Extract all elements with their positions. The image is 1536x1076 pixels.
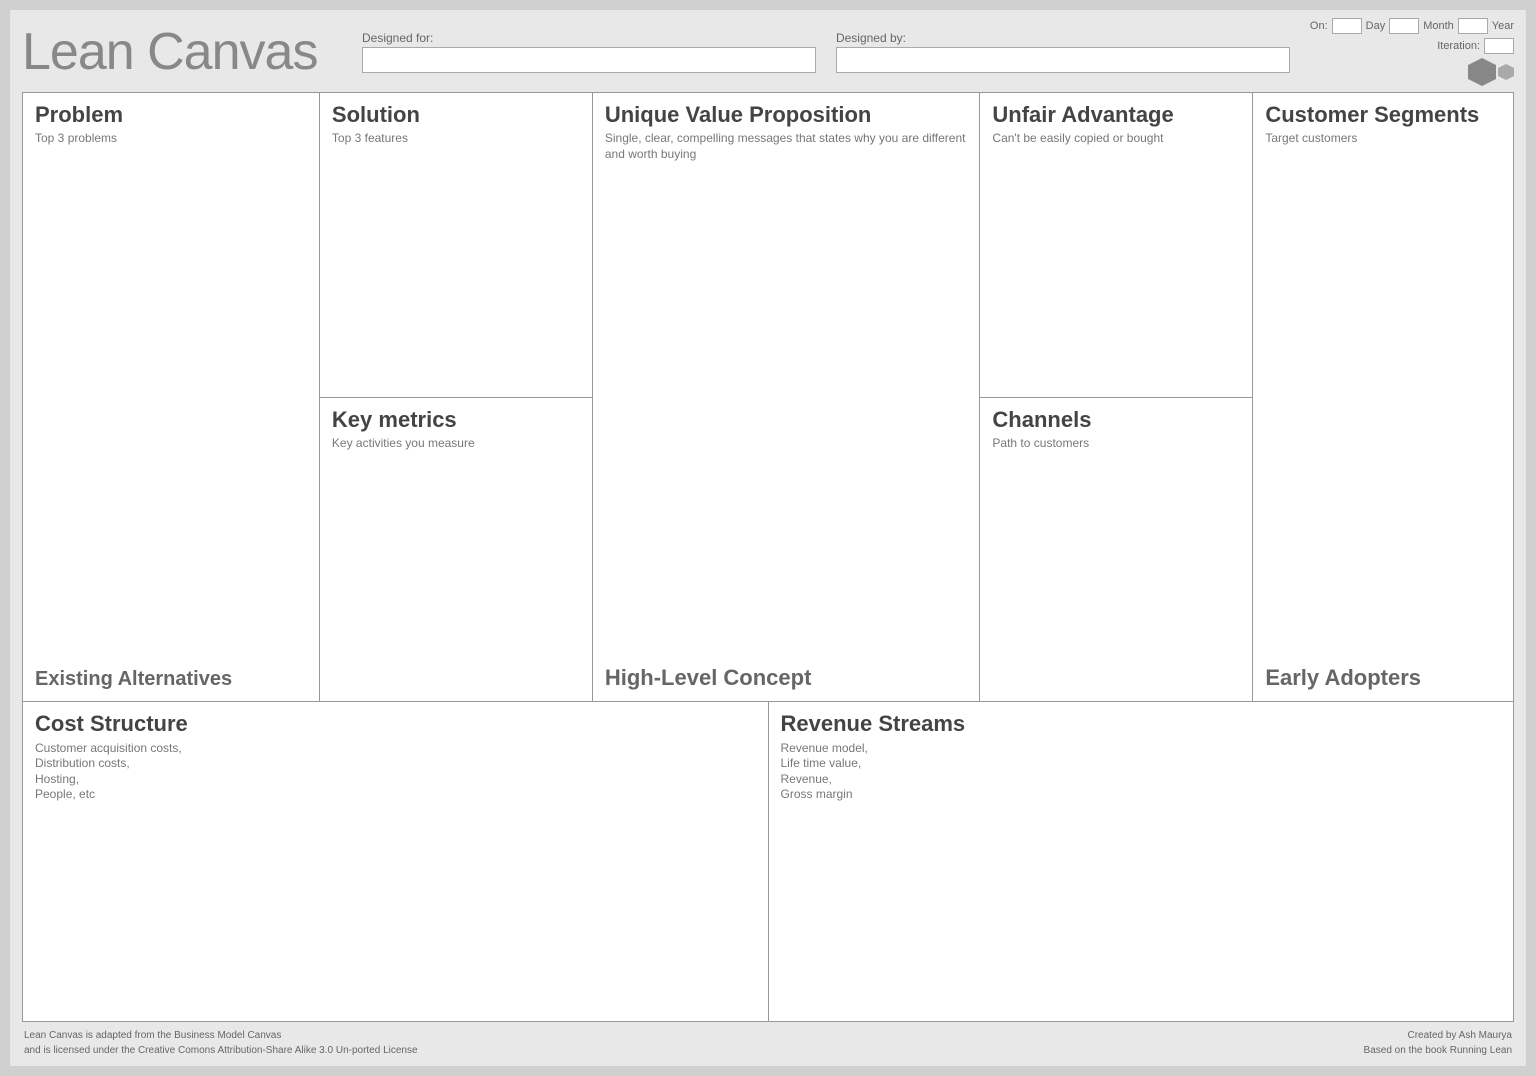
footer-left-line1: Lean Canvas is adapted from the Business… <box>24 1028 418 1043</box>
right-mid-col: Unfair Advantage Can't be easily copied … <box>980 93 1253 701</box>
designed-by-input[interactable] <box>836 47 1290 73</box>
problem-cell[interactable]: Problem Top 3 problems Existing Alternat… <box>23 93 320 701</box>
on-line: On: Day Month Year <box>1310 18 1514 34</box>
cost-structure-cell[interactable]: Cost Structure Customer acquisition cost… <box>23 702 769 1021</box>
footer-right: Created by Ash Maurya Based on the book … <box>1364 1028 1512 1058</box>
revenue-details: Revenue model, Life time value, Revenue,… <box>781 741 1502 803</box>
high-level-concept-label: High-Level Concept <box>605 665 968 691</box>
solution-title: Solution <box>332 103 580 127</box>
footer: Lean Canvas is adapted from the Business… <box>22 1022 1514 1058</box>
uvp-subtitle: Single, clear, compelling messages that … <box>605 131 968 162</box>
year-box[interactable] <box>1458 18 1488 34</box>
iteration-line: Iteration: <box>1437 38 1514 54</box>
solution-cell[interactable]: Solution Top 3 features <box>320 93 592 398</box>
day-box[interactable] <box>1332 18 1362 34</box>
canvas-bottom: Cost Structure Customer acquisition cost… <box>23 702 1513 1021</box>
month-box[interactable] <box>1389 18 1419 34</box>
unfair-advantage-cell[interactable]: Unfair Advantage Can't be easily copied … <box>980 93 1252 398</box>
iteration-label: Iteration: <box>1437 40 1480 52</box>
uvp-title: Unique Value Proposition <box>605 103 968 127</box>
revenue-title: Revenue Streams <box>781 712 1502 736</box>
designed-by-section: Designed by: <box>836 31 1290 73</box>
segments-title: Customer Segments <box>1265 103 1501 127</box>
problem-subtitle: Top 3 problems <box>35 131 307 147</box>
designed-by-label: Designed by: <box>836 31 1290 45</box>
designed-for-label: Designed for: <box>362 31 816 45</box>
lean-canvas: Problem Top 3 problems Existing Alternat… <box>22 92 1514 1022</box>
hex-group <box>1468 58 1514 86</box>
channels-title: Channels <box>992 408 1240 432</box>
hex-icon-large <box>1468 58 1496 86</box>
key-metrics-title: Key metrics <box>332 408 580 432</box>
designed-for-section: Designed for: <box>362 31 816 73</box>
segments-subtitle: Target customers <box>1265 131 1501 147</box>
footer-right-line1: Created by Ash Maurya <box>1364 1028 1512 1043</box>
footer-left-line2: and is licensed under the Creative Comon… <box>24 1043 418 1058</box>
meta-section: On: Day Month Year Iteration: <box>1310 18 1514 86</box>
channels-subtitle: Path to customers <box>992 436 1240 452</box>
unfair-title: Unfair Advantage <box>992 103 1240 127</box>
revenue-streams-cell[interactable]: Revenue Streams Revenue model, Life time… <box>769 702 1514 1021</box>
page-wrapper: Lean Canvas Designed for: Designed by: O… <box>10 10 1526 1066</box>
day-label: Day <box>1366 20 1386 32</box>
solution-subtitle: Top 3 features <box>332 131 580 147</box>
canvas-top: Problem Top 3 problems Existing Alternat… <box>23 93 1513 702</box>
month-label: Month <box>1423 20 1454 32</box>
app-title: Lean Canvas <box>22 22 342 82</box>
year-label: Year <box>1492 20 1514 32</box>
unfair-subtitle: Can't be easily copied or bought <box>992 131 1240 147</box>
footer-right-line2: Based on the book Running Lean <box>1364 1043 1512 1058</box>
iteration-box[interactable] <box>1484 38 1514 54</box>
channels-cell[interactable]: Channels Path to customers <box>980 398 1252 702</box>
early-adopters-label: Early Adopters <box>1265 665 1501 691</box>
designed-for-input[interactable] <box>362 47 816 73</box>
header: Lean Canvas Designed for: Designed by: O… <box>22 18 1514 86</box>
hex-icon-small <box>1498 64 1514 80</box>
existing-alternatives-label: Existing Alternatives <box>35 658 307 691</box>
footer-left: Lean Canvas is adapted from the Business… <box>24 1028 418 1058</box>
key-metrics-subtitle: Key activities you measure <box>332 436 580 452</box>
uvp-cell[interactable]: Unique Value Proposition Single, clear, … <box>593 93 981 701</box>
segments-cell[interactable]: Customer Segments Target customers Early… <box>1253 93 1513 701</box>
key-metrics-cell[interactable]: Key metrics Key activities you measure <box>320 398 592 702</box>
middle-col: Solution Top 3 features Key metrics Key … <box>320 93 593 701</box>
problem-title: Problem <box>35 103 307 127</box>
cost-title: Cost Structure <box>35 712 756 736</box>
on-label: On: <box>1310 20 1328 32</box>
cost-details: Customer acquisition costs, Distribution… <box>35 741 756 803</box>
